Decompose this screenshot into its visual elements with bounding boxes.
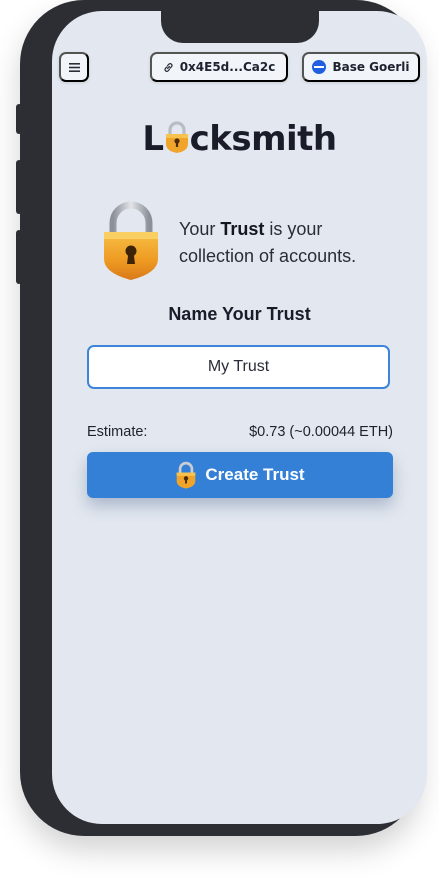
intro-text: Your Trust is your collection of account…: [179, 216, 399, 270]
network-name: Base Goerli: [332, 60, 410, 74]
link-icon: [164, 62, 173, 72]
intro-prefix: Your: [179, 219, 221, 239]
base-network-icon: [312, 60, 327, 74]
intro-emphasis: Trust: [220, 219, 265, 239]
phone-notch: [161, 11, 319, 43]
phone-side-button-mute: [16, 104, 22, 134]
logo-text-end: cksmith: [189, 119, 338, 159]
padlock-icon: [165, 121, 188, 153]
phone-side-button-volume-down: [16, 230, 22, 284]
menu-button[interactable]: [59, 52, 89, 82]
hamburger-menu-icon: [68, 62, 80, 72]
gas-estimate-row: Estimate: $0.73 (~0.00044 ETH): [87, 424, 393, 440]
create-trust-label: Create Trust: [205, 465, 305, 484]
account-address: 0x4E5d...Ca2c: [179, 60, 276, 74]
padlock-icon: [177, 461, 196, 489]
estimate-value: $0.73 (~0.00044 ETH): [249, 424, 393, 440]
account-address-button[interactable]: 0x4E5d...Ca2c: [150, 52, 288, 82]
estimate-label: Estimate:: [87, 424, 148, 440]
phone-side-button-volume-up: [16, 160, 22, 214]
app-screen: 0x4E5d...Ca2c Base Goerli L cksmith Your…: [52, 11, 427, 824]
logo-text-start: L: [142, 119, 164, 159]
network-selector-button[interactable]: Base Goerli: [302, 52, 420, 82]
phone-frame: 0x4E5d...Ca2c Base Goerli L cksmith Your…: [16, 0, 427, 836]
trust-name-input[interactable]: [87, 345, 390, 389]
app-logo: L cksmith: [52, 119, 427, 159]
create-trust-button[interactable]: Create Trust: [87, 452, 393, 498]
padlock-icon: [104, 201, 158, 280]
form-title: Name Your Trust: [168, 304, 311, 324]
